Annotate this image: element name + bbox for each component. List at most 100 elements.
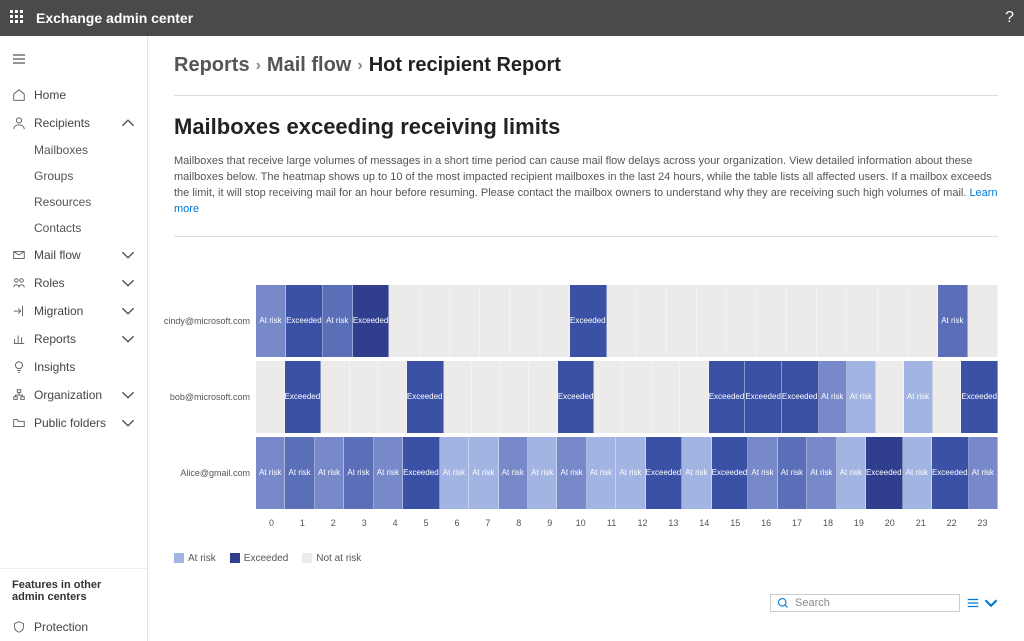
heatmap-cell[interactable]: At risk [469, 437, 498, 509]
app-launcher-icon[interactable] [10, 10, 26, 26]
heatmap-cell[interactable] [908, 285, 938, 357]
heatmap-cell[interactable]: At risk [904, 361, 933, 433]
heatmap-cell[interactable] [480, 285, 510, 357]
heatmap-cell[interactable] [444, 361, 473, 433]
heatmap-cell[interactable]: At risk [778, 437, 807, 509]
heatmap-cell[interactable]: At risk [256, 437, 285, 509]
heatmap-cell[interactable] [697, 285, 727, 357]
nav-mailflow[interactable]: Mail flow [0, 241, 147, 269]
heatmap-cell[interactable] [817, 285, 847, 357]
heatmap-cell[interactable]: At risk [285, 437, 314, 509]
heatmap-cell[interactable] [389, 285, 419, 357]
heatmap-cell[interactable]: Exceeded [712, 437, 749, 509]
heatmap-cell[interactable]: Exceeded [709, 361, 746, 433]
heatmap-cell[interactable]: Exceeded [285, 361, 322, 433]
heatmap-cell[interactable] [637, 285, 667, 357]
heatmap-cell[interactable]: At risk [587, 437, 616, 509]
heatmap-cell[interactable]: At risk [344, 437, 373, 509]
heatmap-cell[interactable]: Exceeded [961, 361, 998, 433]
heatmap-cell[interactable]: At risk [748, 437, 777, 509]
heatmap-cell[interactable] [680, 361, 709, 433]
nav-recipients[interactable]: Recipients [0, 109, 147, 137]
nav-reports[interactable]: Reports [0, 325, 147, 353]
breadcrumb-link[interactable]: Reports [174, 54, 250, 77]
chevron-down-icon[interactable] [984, 596, 998, 610]
list-options-icon[interactable] [966, 596, 980, 610]
chevron-down-icon [121, 388, 135, 402]
heatmap-cell[interactable]: At risk [256, 285, 286, 357]
heatmap-cell[interactable]: At risk [528, 437, 557, 509]
heatmap-cell[interactable]: At risk [616, 437, 645, 509]
heatmap-cell[interactable]: Exceeded [866, 437, 903, 509]
heatmap-cell[interactable] [350, 361, 379, 433]
heatmap-cell[interactable] [847, 285, 877, 357]
heatmap-cell[interactable]: At risk [440, 437, 469, 509]
heatmap-cell[interactable]: Exceeded [646, 437, 683, 509]
heatmap-cell[interactable]: At risk [557, 437, 586, 509]
heatmap-cell[interactable] [472, 361, 501, 433]
heatmap-cell[interactable] [256, 361, 285, 433]
heatmap-cell[interactable] [727, 285, 757, 357]
nav-sub-mailboxes[interactable]: Mailboxes [0, 137, 147, 163]
nav-organization[interactable]: Organization [0, 381, 147, 409]
nav-insights[interactable]: Insights [0, 353, 147, 381]
help-icon[interactable]: ? [1005, 9, 1014, 27]
heatmap-cell[interactable] [968, 285, 998, 357]
heatmap-cell[interactable]: Exceeded [745, 361, 782, 433]
xaxis-tick: 3 [349, 513, 380, 533]
heatmap-cell[interactable] [420, 285, 450, 357]
heatmap-cell[interactable] [878, 285, 908, 357]
legend-label: Exceeded [244, 553, 288, 564]
heatmap-cell[interactable]: Exceeded [558, 361, 595, 433]
heatmap-cell[interactable]: Exceeded [286, 285, 323, 357]
heatmap-cell[interactable] [529, 361, 558, 433]
heatmap-cell[interactable]: Exceeded [932, 437, 969, 509]
nav-roles[interactable]: Roles [0, 269, 147, 297]
nav-sub-contacts[interactable]: Contacts [0, 215, 147, 241]
heatmap-cell[interactable]: At risk [374, 437, 403, 509]
heatmap-cell[interactable] [450, 285, 480, 357]
nav-sub-resources[interactable]: Resources [0, 189, 147, 215]
heatmap-cell[interactable]: Exceeded [782, 361, 819, 433]
heatmap-cell[interactable]: At risk [938, 285, 968, 357]
heatmap-cell[interactable]: At risk [315, 437, 344, 509]
heatmap-cell[interactable]: At risk [807, 437, 836, 509]
roles-icon [12, 276, 26, 290]
heatmap-cell[interactable] [787, 285, 817, 357]
menu-toggle-icon[interactable] [0, 48, 147, 81]
breadcrumb-link[interactable]: Mail flow [267, 54, 351, 77]
heatmap-cell[interactable]: At risk [819, 361, 848, 433]
nav-sub-groups[interactable]: Groups [0, 163, 147, 189]
xaxis-tick: 16 [751, 513, 782, 533]
heatmap-cell[interactable]: Exceeded [353, 285, 390, 357]
heatmap-cell[interactable] [607, 285, 637, 357]
nav-protection[interactable]: Protection [0, 613, 147, 641]
heatmap-cell[interactable] [378, 361, 407, 433]
heatmap-cell[interactable] [321, 361, 350, 433]
heatmap-cell[interactable]: At risk [323, 285, 353, 357]
nav-migration[interactable]: Migration [0, 297, 147, 325]
heatmap-cell[interactable]: At risk [499, 437, 528, 509]
heatmap-cell[interactable]: Exceeded [403, 437, 440, 509]
heatmap-cell[interactable]: At risk [847, 361, 876, 433]
heatmap-cell[interactable] [623, 361, 652, 433]
heatmap-cell[interactable] [594, 361, 623, 433]
heatmap-cell[interactable] [510, 285, 540, 357]
heatmap-cell[interactable] [540, 285, 570, 357]
nav-publicfolders[interactable]: Public folders [0, 409, 147, 437]
heatmap-cell[interactable]: Exceeded [407, 361, 444, 433]
heatmap-cell[interactable]: At risk [682, 437, 711, 509]
folder-icon [12, 416, 26, 430]
heatmap-cell[interactable]: At risk [837, 437, 866, 509]
heatmap-cell[interactable]: At risk [969, 437, 998, 509]
search-input[interactable]: Search [770, 594, 960, 612]
heatmap-cell[interactable]: Exceeded [570, 285, 607, 357]
nav-home[interactable]: Home [0, 81, 147, 109]
heatmap-cell[interactable] [757, 285, 787, 357]
heatmap-cell[interactable] [876, 361, 905, 433]
heatmap-cell[interactable] [501, 361, 530, 433]
heatmap-cell[interactable] [933, 361, 962, 433]
heatmap-cell[interactable] [667, 285, 697, 357]
heatmap-cell[interactable]: At risk [903, 437, 932, 509]
heatmap-cell[interactable] [652, 361, 681, 433]
